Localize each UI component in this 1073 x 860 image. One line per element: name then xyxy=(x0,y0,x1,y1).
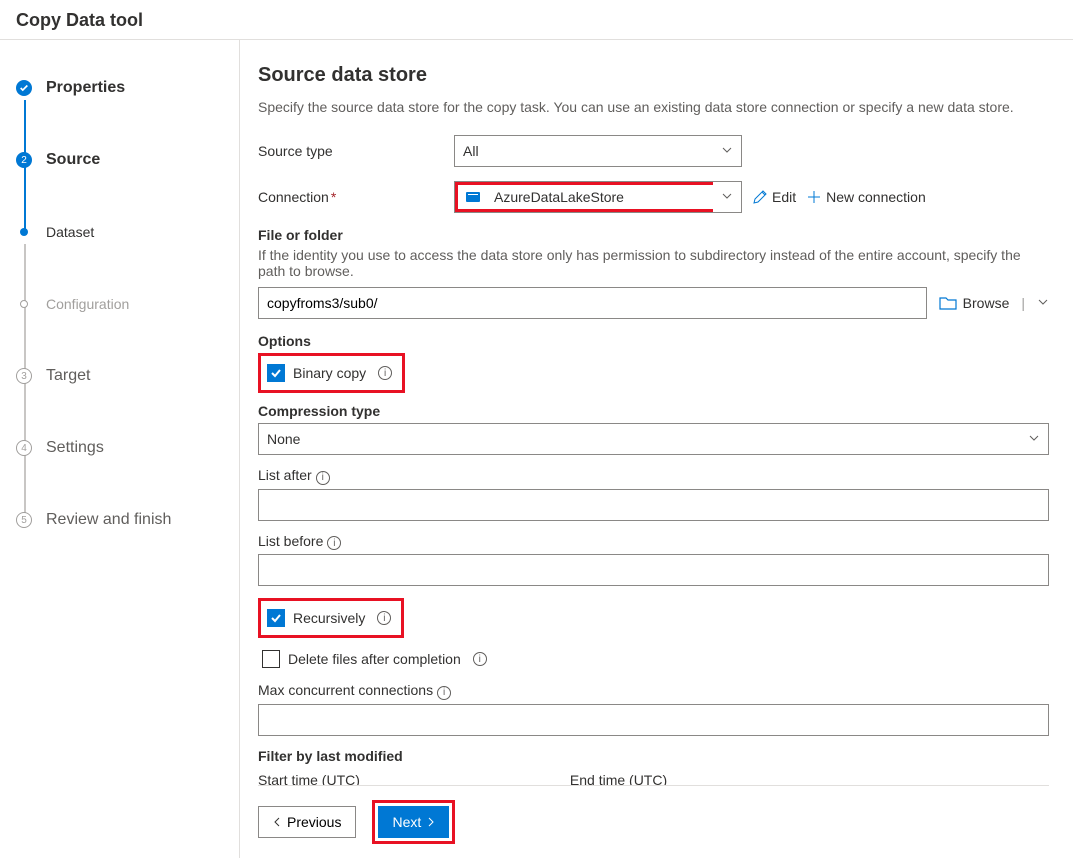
page-title: Source data store xyxy=(258,64,1049,87)
list-after-input[interactable] xyxy=(258,489,1049,521)
end-time-label: End time (UTC) xyxy=(570,772,667,786)
checkbox-icon xyxy=(262,650,280,668)
step-number-icon: 4 xyxy=(16,440,32,456)
folder-icon xyxy=(939,296,957,310)
source-type-label: Source type xyxy=(258,143,444,159)
max-conn-input[interactable] xyxy=(258,704,1049,736)
chevron-down-icon xyxy=(721,143,733,159)
compression-label: Compression type xyxy=(258,403,1049,419)
chevron-down-icon[interactable] xyxy=(1037,295,1049,311)
step-number-icon: 2 xyxy=(16,152,32,168)
recursively-highlight: Recursively i xyxy=(258,598,404,638)
chevron-right-icon xyxy=(425,817,435,827)
info-icon[interactable]: i xyxy=(316,471,330,485)
options-label: Options xyxy=(258,333,1049,349)
filter-label: Filter by last modified xyxy=(258,748,1049,764)
substep-dataset[interactable]: Dataset xyxy=(16,212,227,252)
page-header: Copy Data tool xyxy=(0,0,1073,40)
wizard-footer: Previous Next xyxy=(258,785,1049,858)
binary-copy-checkbox[interactable]: Binary copy i xyxy=(263,358,396,388)
list-before-input[interactable] xyxy=(258,554,1049,586)
info-icon[interactable]: i xyxy=(473,652,487,666)
file-folder-input[interactable] xyxy=(258,287,927,319)
delete-after-checkbox[interactable]: Delete files after completion i xyxy=(258,644,1049,674)
page-subtitle: Specify the source data store for the co… xyxy=(258,99,1049,115)
chevron-left-icon xyxy=(273,817,283,827)
start-time-label: Start time (UTC) xyxy=(258,772,360,786)
new-connection-button[interactable]: New connection xyxy=(806,189,926,205)
file-folder-label: File or folder xyxy=(258,227,1049,243)
wizard-steps: Properties 2 Source Dataset Configuratio… xyxy=(0,40,240,858)
datastore-icon xyxy=(466,191,480,203)
info-icon[interactable]: i xyxy=(377,611,391,625)
step-properties[interactable]: Properties xyxy=(16,68,227,108)
list-after-label: List afteri xyxy=(258,467,1049,485)
recursively-checkbox[interactable]: Recursively i xyxy=(263,603,395,633)
page-header-title: Copy Data tool xyxy=(16,10,143,30)
connection-dropdown[interactable]: AzureDataLakeStore xyxy=(454,181,742,213)
step-review[interactable]: 5 Review and finish xyxy=(16,500,227,540)
step-settings[interactable]: 4 Settings xyxy=(16,428,227,468)
file-folder-hint: If the identity you use to access the da… xyxy=(258,247,1049,279)
info-icon[interactable]: i xyxy=(327,536,341,550)
info-icon[interactable]: i xyxy=(378,366,392,380)
browse-button[interactable]: Browse xyxy=(939,295,1010,311)
pencil-icon xyxy=(752,189,768,205)
chevron-down-icon xyxy=(1028,431,1040,447)
source-type-dropdown[interactable]: All xyxy=(454,135,742,167)
compression-dropdown[interactable]: None xyxy=(258,423,1049,455)
substep-configuration[interactable]: Configuration xyxy=(16,284,227,324)
check-icon xyxy=(16,80,32,96)
list-before-label: List beforei xyxy=(258,533,1049,551)
step-number-icon: 3 xyxy=(16,368,32,384)
connection-label: Connection* xyxy=(258,189,444,205)
chevron-down-icon xyxy=(713,189,741,205)
step-source[interactable]: 2 Source xyxy=(16,140,227,180)
previous-button[interactable]: Previous xyxy=(258,806,356,838)
checkbox-icon xyxy=(267,609,285,627)
checkbox-icon xyxy=(267,364,285,382)
step-target[interactable]: 3 Target xyxy=(16,356,227,396)
step-number-icon: 5 xyxy=(16,512,32,528)
dot-icon xyxy=(20,300,28,308)
info-icon[interactable]: i xyxy=(437,686,451,700)
edit-connection-button[interactable]: Edit xyxy=(752,189,796,205)
dot-icon xyxy=(20,228,28,236)
binary-copy-highlight: Binary copy i xyxy=(258,353,405,393)
max-conn-label: Max concurrent connectionsi xyxy=(258,682,1049,700)
next-highlight: Next xyxy=(372,800,455,844)
next-button[interactable]: Next xyxy=(378,806,449,838)
plus-icon xyxy=(806,189,822,205)
